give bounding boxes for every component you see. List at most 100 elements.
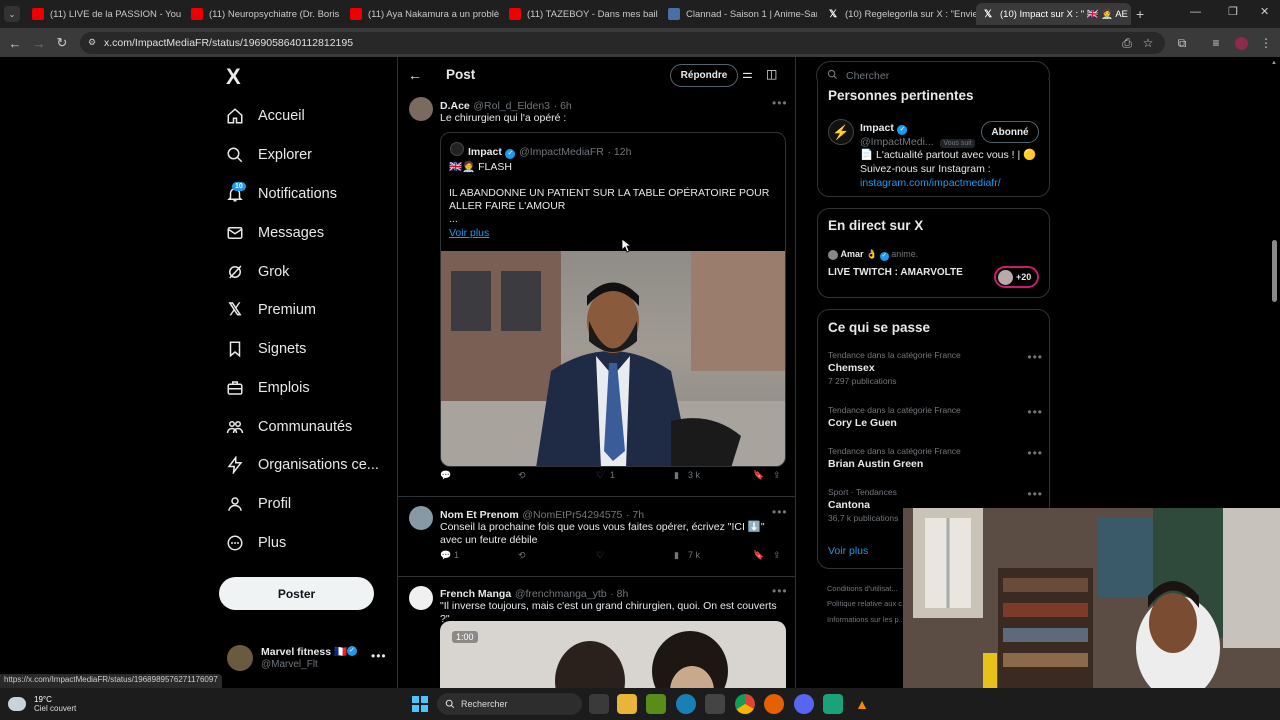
footer-link[interactable]: Informations sur les p...	[827, 615, 905, 624]
profile-icon[interactable]	[1232, 34, 1250, 52]
author-name[interactable]: Nom Et Prenom	[440, 509, 519, 521]
menu-icon[interactable]: ⋮	[1257, 34, 1275, 52]
more-icon[interactable]: •••	[1027, 350, 1043, 364]
reload-icon[interactable]: ↻	[53, 34, 71, 52]
footer-link[interactable]: Politique relative aux c...	[827, 599, 908, 608]
nav-item-premium[interactable]: 𝕏 Premium	[224, 295, 404, 325]
taskbar-search[interactable]: Rechercher	[437, 693, 582, 715]
person-handle[interactable]: @ImpactMedi...	[860, 136, 934, 148]
reader-icon[interactable]: ◫	[766, 67, 777, 81]
more-icon[interactable]: •••	[371, 649, 387, 663]
bookmark-icon[interactable]: 🔖	[753, 470, 764, 481]
task-view-icon[interactable]	[589, 694, 609, 714]
reading-list-icon[interactable]: ≡	[1207, 34, 1225, 52]
see-more-link[interactable]: Voir plus	[828, 545, 868, 557]
nav-item-organizations[interactable]: Organisations ce...	[224, 450, 404, 480]
nav-item-jobs[interactable]: Emplois	[224, 373, 404, 403]
author-name[interactable]: D.Ace	[440, 100, 470, 112]
browser-tab[interactable]: (11) Neuropsychiatre (Dr. Boris ✕	[185, 3, 340, 25]
firefox-icon[interactable]	[764, 694, 784, 714]
browser-tab[interactable]: (11) Aya Nakamura a un problè ✕	[344, 3, 499, 25]
browser-tab[interactable]: 𝕏 (10) Regelegorila sur X : "Envie ✕	[821, 3, 976, 25]
more-icon[interactable]: •••	[772, 505, 788, 519]
weather-widget[interactable]: 19°C Ciel couvert	[8, 692, 76, 716]
store-icon[interactable]	[705, 694, 725, 714]
live-viewers-pill[interactable]: +20	[994, 266, 1039, 288]
trend-item[interactable]: Tendance dans la catégorie France Cory L…	[828, 405, 1043, 429]
share-icon[interactable]: ⇪	[773, 470, 781, 481]
post-time[interactable]: · 8h	[610, 588, 628, 600]
file-explorer-icon[interactable]	[617, 694, 637, 714]
share-icon[interactable]: ⇪	[773, 550, 781, 561]
forward-icon[interactable]: →	[30, 34, 48, 52]
tab-search-dropdown-icon[interactable]: ⌄	[4, 6, 20, 22]
address-bar[interactable]: ⚙ x.com/ImpactMediaFR/status/19690586401…	[80, 32, 1165, 54]
nav-item-bookmarks[interactable]: Signets	[224, 334, 404, 364]
install-app-icon[interactable]: ⎙	[1118, 34, 1136, 52]
chrome-icon[interactable]	[735, 694, 755, 714]
more-icon[interactable]: •••	[772, 584, 788, 598]
post-button[interactable]: Poster	[219, 577, 374, 610]
author-handle[interactable]: @frenchmanga_ytb	[515, 588, 607, 600]
more-icon[interactable]: •••	[772, 96, 788, 110]
bookmark-icon[interactable]: 🔖	[753, 550, 764, 561]
like-icon[interactable]: ♡	[596, 550, 604, 561]
nav-item-explore[interactable]: Explorer	[224, 140, 404, 170]
more-icon[interactable]: •••	[1027, 405, 1043, 419]
reply-icon[interactable]: 💬	[440, 470, 451, 481]
scrollbar-up-icon[interactable]: ▲	[1271, 60, 1277, 66]
avatar[interactable]: ⚡	[828, 119, 854, 145]
site-info-icon[interactable]: ⚙	[88, 37, 96, 48]
windows-start-icon[interactable]	[410, 694, 430, 714]
post-video[interactable]: 1:00	[440, 621, 786, 688]
browser-tab-active[interactable]: 𝕏 (10) Impact sur X : " 🇬🇧 🧑‍⚕️ AE ✕	[976, 3, 1131, 25]
more-icon[interactable]: •••	[1027, 487, 1043, 501]
nav-item-messages[interactable]: Messages	[224, 218, 404, 248]
filter-icon[interactable]: ⚌	[742, 67, 753, 81]
account-switcher[interactable]: Marvel fitness 🇫🇷 ✓ @Marvel_Flt •••	[225, 643, 387, 673]
more-icon[interactable]: •••	[1027, 446, 1043, 460]
new-tab-icon[interactable]: +	[1136, 6, 1144, 22]
avatar[interactable]	[409, 506, 433, 530]
extensions-icon[interactable]: ⧉	[1173, 34, 1191, 52]
reply-button[interactable]: Répondre	[670, 64, 738, 87]
views-icon[interactable]: ▮	[674, 470, 679, 481]
follow-button[interactable]: Abonné	[981, 121, 1039, 143]
discord-icon[interactable]	[794, 694, 814, 714]
author-name[interactable]: French Manga	[440, 588, 511, 600]
browser-tab[interactable]: (11) LIVE de la PASSION - YouTu ✕	[26, 3, 181, 25]
nav-item-communities[interactable]: Communautés	[224, 412, 404, 442]
close-icon[interactable]: ✕	[339, 9, 340, 20]
quoted-post[interactable]: Impact ✓ @ImpactMediaFR · 12h 🇬🇧🧑‍⚕️ FLA…	[440, 132, 786, 467]
nvidia-icon[interactable]	[646, 694, 666, 714]
post-time[interactable]: · 7h	[626, 509, 644, 521]
minimize-icon[interactable]: —	[1190, 6, 1201, 18]
reply-icon[interactable]: 💬	[440, 550, 451, 561]
post-image[interactable]	[441, 251, 785, 466]
back-icon[interactable]: ←	[6, 34, 24, 52]
author-handle[interactable]: @Rol_d_Elden3	[473, 100, 550, 112]
close-window-icon[interactable]: ✕	[1260, 5, 1269, 18]
nav-item-grok[interactable]: Grok	[224, 257, 404, 287]
footer-link[interactable]: Conditions d'utilisat...	[827, 584, 898, 593]
restore-icon[interactable]: ❐	[1228, 5, 1238, 18]
nav-item-profile[interactable]: Profil	[224, 489, 404, 519]
avatar[interactable]	[409, 97, 433, 121]
author-handle[interactable]: @NomEtPr54294575	[522, 509, 622, 521]
vlc-icon[interactable]: ▲	[852, 694, 872, 714]
see-more-link[interactable]: Voir plus	[449, 227, 489, 240]
close-icon[interactable]: ✕	[1128, 9, 1131, 20]
repost-icon[interactable]: ⟲	[518, 550, 526, 561]
trend-item[interactable]: Tendance dans la catégorie France Brian …	[828, 446, 1043, 470]
trend-item[interactable]: Tendance dans la catégorie France Chemse…	[828, 350, 1043, 386]
live-title[interactable]: LIVE TWITCH : AMARVOLTE	[828, 267, 963, 278]
post-time[interactable]: · 6h	[554, 100, 572, 112]
bio-link[interactable]: instagram.com/impactmediafr/	[860, 177, 1001, 190]
nav-item-home[interactable]: Accueil	[224, 101, 404, 131]
scrollbar-thumb[interactable]	[1272, 240, 1277, 302]
avatar[interactable]	[409, 586, 433, 610]
like-icon[interactable]: ♡	[596, 470, 604, 481]
nav-item-notifications[interactable]: Notifications	[224, 179, 404, 209]
live-host-row[interactable]: Amar 👌 ✓ anime.	[828, 249, 918, 261]
edge-icon[interactable]	[676, 694, 696, 714]
